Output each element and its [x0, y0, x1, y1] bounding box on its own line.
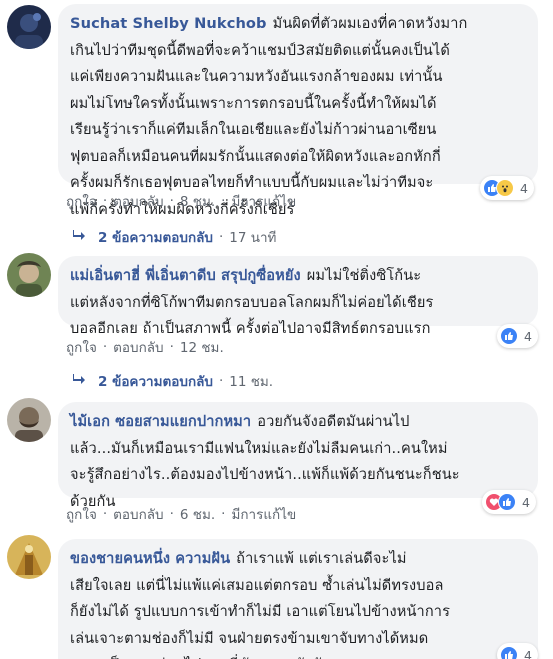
reply-arrow-icon: [72, 229, 86, 245]
comment-text: มันผิดที่ตัวผมเองที่คาดหวังมาก เกินไปว่า…: [70, 15, 468, 218]
view-replies[interactable]: 2 ข้อความตอบกลับ · 17 นาที: [72, 226, 276, 248]
view-replies[interactable]: 2 ข้อความตอบกลับ · 11 ชม.: [72, 370, 273, 392]
reaction-count: 4: [524, 328, 532, 344]
separator: ·: [169, 193, 174, 209]
reaction-summary[interactable]: 4: [497, 643, 538, 659]
timestamp[interactable]: 6 ชม.: [180, 503, 215, 525]
reply-link[interactable]: ตอบกลับ: [113, 503, 163, 525]
reaction-count: 4: [520, 180, 528, 196]
separator: ·: [221, 193, 226, 209]
timestamp[interactable]: 8 ชม.: [180, 190, 215, 212]
comment-actions: ถูกใจ · ตอบกลับ · 8 ชม. · มีการแก้ไข: [66, 190, 296, 212]
comment-bubble: Suchat Shelby Nukchob มันผิดที่ตัวผมเองที…: [58, 4, 538, 218]
comment-bubble: แม่เอิ่นตาฮี่ พี่เอิ่นตาดีบ สรุปกูซื่อหย…: [58, 256, 538, 337]
comment-author[interactable]: ของชายคนหนึ่ง ความฝัน: [70, 550, 230, 567]
edited-label[interactable]: มีการแก้ไข: [231, 503, 296, 525]
edited-label[interactable]: มีการแก้ไข: [231, 190, 296, 212]
reply-arrow-icon: [72, 373, 86, 389]
reply-link[interactable]: ตอบกลับ: [113, 190, 163, 212]
avatar[interactable]: [7, 398, 51, 442]
separator: ·: [218, 229, 224, 245]
reply-count[interactable]: 2 ข้อความตอบกลับ: [98, 226, 213, 248]
like-icon: [500, 646, 518, 659]
like-link[interactable]: ถูกใจ: [66, 503, 97, 525]
separator: ·: [102, 339, 108, 355]
comment-bubble: ไม้เอก ซอยสามแยกปากหมา อวยกันจังอดีตมันผ่…: [58, 402, 538, 510]
reaction-summary[interactable]: 4: [497, 324, 538, 348]
reaction-summary[interactable]: 4: [482, 490, 536, 514]
reply-time: 11 ชม.: [229, 374, 274, 390]
comment-author[interactable]: แม่เอิ่นตาฮี่ พี่เอิ่นตาดีบ สรุปกูซื่อหย…: [70, 267, 301, 284]
like-icon: [500, 327, 518, 345]
like-icon: [498, 493, 516, 511]
separator: ·: [169, 506, 174, 522]
separator: ·: [169, 339, 174, 355]
avatar[interactable]: [7, 253, 51, 297]
reaction-summary[interactable]: 4: [480, 176, 534, 200]
separator: ·: [218, 373, 224, 389]
wow-icon: [496, 179, 514, 197]
reaction-count: 4: [524, 647, 532, 659]
timestamp[interactable]: 12 ชม.: [180, 336, 224, 358]
like-link[interactable]: ถูกใจ: [66, 336, 97, 358]
reply-time: 17 นาที: [229, 230, 277, 246]
comment-actions: ถูกใจ · ตอบกลับ · 6 ชม. · มีการแก้ไข: [66, 503, 296, 525]
comment-author[interactable]: ไม้เอก ซอยสามแยกปากหมา: [70, 413, 251, 430]
separator: ·: [102, 193, 108, 209]
comment-author[interactable]: Suchat Shelby Nukchob: [70, 15, 267, 32]
comment-actions: ถูกใจ · ตอบกลับ · 12 ชม.: [66, 336, 224, 358]
reply-count[interactable]: 2 ข้อความตอบกลับ: [98, 370, 213, 392]
reaction-count: 4: [522, 494, 530, 510]
separator: ·: [102, 506, 108, 522]
reply-link[interactable]: ตอบกลับ: [113, 336, 163, 358]
comment-bubble: ของชายคนหนึ่ง ความฝัน ถ้าเราแพ้ แต่เราเล่…: [58, 539, 538, 659]
separator: ·: [221, 506, 226, 522]
avatar[interactable]: [7, 535, 51, 579]
like-link[interactable]: ถูกใจ: [66, 190, 97, 212]
avatar[interactable]: [7, 5, 51, 49]
